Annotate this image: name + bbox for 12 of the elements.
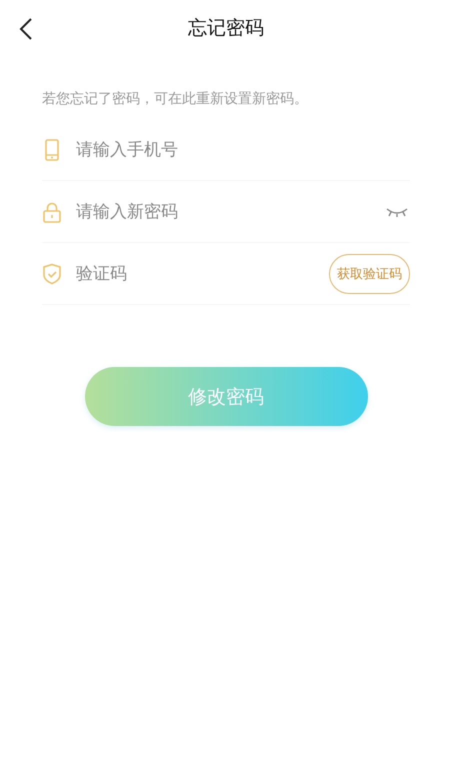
submit-button[interactable]: 修改密码 <box>84 367 368 426</box>
phone-input-field[interactable]: 请输入手机号 <box>76 136 410 162</box>
phone-icon <box>42 138 62 160</box>
closed-eye-icon[interactable] <box>386 206 408 216</box>
password-input-field[interactable]: 请输入新密码 <box>76 198 372 224</box>
lock-icon <box>42 200 62 222</box>
code-input-field[interactable]: 验证码 <box>76 260 315 286</box>
hint-text: 若您忘记了密码，可在此重新设置新密码。 <box>42 90 309 108</box>
back-icon[interactable] <box>18 17 34 41</box>
shield-icon <box>42 262 62 284</box>
get-code-button[interactable]: 获取验证码 <box>329 254 410 294</box>
page-title: 忘记密码 <box>188 16 264 41</box>
